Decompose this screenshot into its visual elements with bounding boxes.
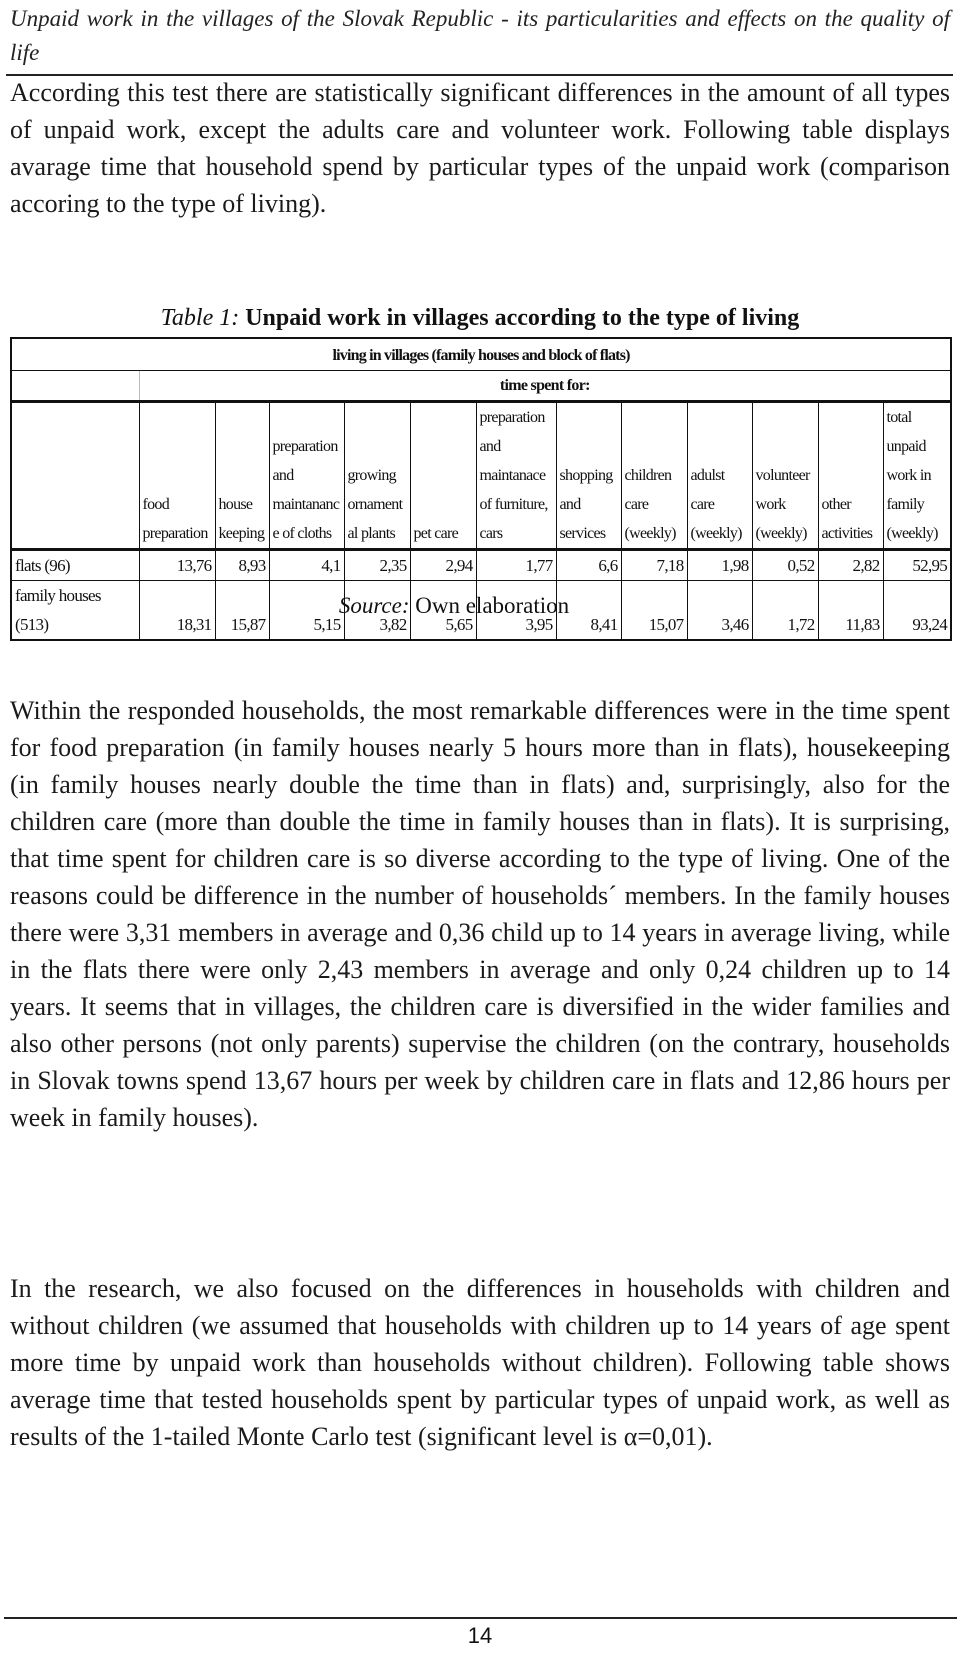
table-group-header-row: living in villages (family houses and bl… [10,337,952,371]
column-header: preparation and maintanace of furniture,… [475,401,557,550]
table-caption: Table 1: Unpaid work in villages accordi… [0,303,960,333]
column-header: total unpaid work in family (weekly) [882,401,952,550]
table-cell: 0,52 [751,549,819,581]
page-number: 14 [467,1623,493,1648]
running-head: Unpaid work in the villages of the Slova… [10,6,950,65]
row-label: flats (96) [10,549,140,581]
table-cell: 2,94 [409,549,477,581]
research-paragraph: In the research, we also focused on the … [10,1274,950,1451]
table-row: flats (96) 13,76 8,93 4,1 2,35 2,94 1,77… [10,549,952,581]
group-header-cell: living in villages (family houses and bl… [10,337,952,371]
column-header: house keeping [214,401,270,550]
intro-paragraph: According this test there are statistica… [10,78,950,218]
blank-cell [10,370,140,402]
table-cell: 1,98 [686,549,753,581]
table-cell: 4,1 [268,549,345,581]
column-header: other activities [817,401,884,550]
table-subheader-row: time spent for: [10,370,952,402]
column-header: shopping and services [555,401,622,550]
discussion-paragraph: Within the responded households, the mos… [10,696,950,1132]
footer-divider [4,1617,957,1619]
time-spent-header: time spent for: [138,370,952,402]
table-source: Source: Own elaboration [0,591,908,621]
table-cell: 6,6 [555,549,622,581]
table-column-header-row: food preparation house keeping preparati… [10,401,952,550]
column-header: growing ornament al plants [343,401,411,550]
source-text: Own elaboration [409,593,570,618]
row-label-header [10,401,140,550]
table-cell: 13,76 [138,549,216,581]
column-header: food preparation [138,401,216,550]
table-cell: 2,82 [817,549,884,581]
column-header: volunteer work (weekly) [751,401,819,550]
column-header: children care (weekly) [620,401,688,550]
column-header: pet care [409,401,477,550]
column-header: preparation and maintananc e of cloths [268,401,345,550]
table-caption-label: Table 1: [160,305,240,331]
column-header: adulst care (weekly) [686,401,753,550]
table-cell: 7,18 [620,549,688,581]
source-label: Source: [338,593,410,618]
table-cell: 1,77 [475,549,557,581]
table-cell: 52,95 [882,549,952,581]
table-caption-title: Unpaid work in villages according to the… [245,305,800,331]
table-cell: 2,35 [343,549,411,581]
table-cell: 8,93 [214,549,270,581]
